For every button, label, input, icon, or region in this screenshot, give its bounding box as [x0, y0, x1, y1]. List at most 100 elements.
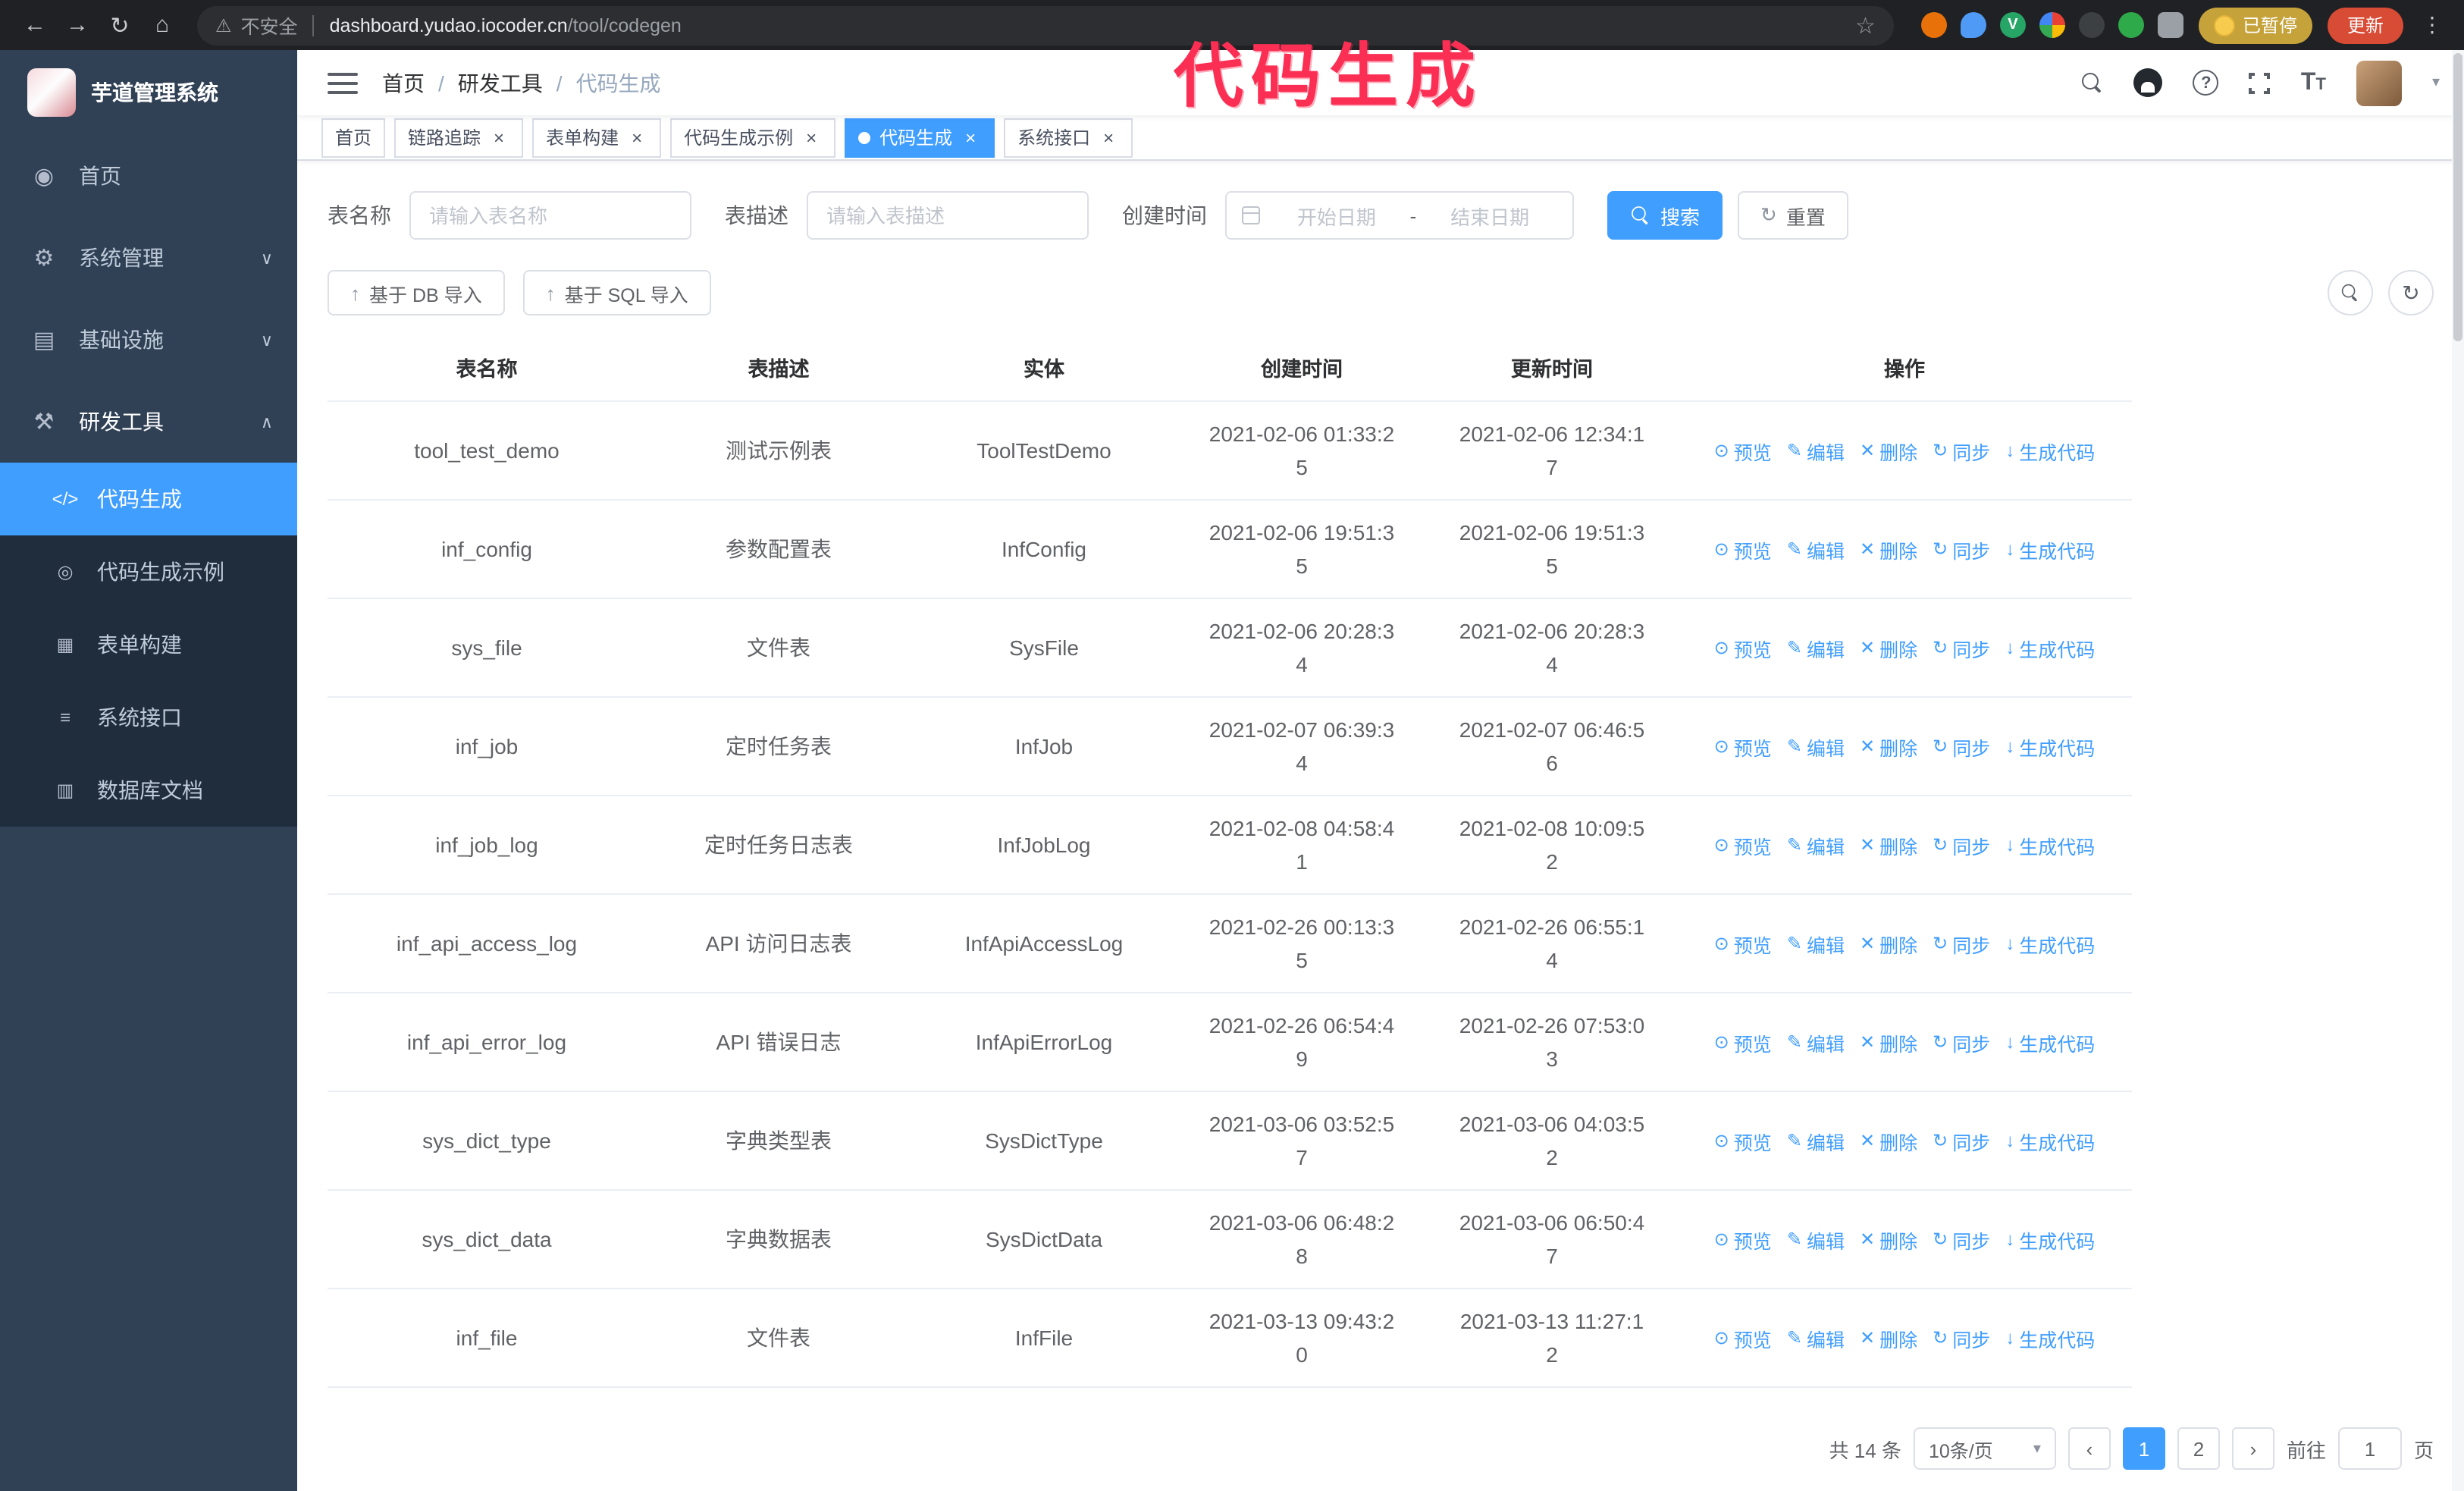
sync-link[interactable]: ↻ 同步: [1933, 1028, 1990, 1056]
sync-link[interactable]: ↻ 同步: [1933, 633, 1990, 662]
sidebar-item-system[interactable]: ⚙ 系统管理 ∨: [0, 217, 297, 299]
edit-link[interactable]: ✎ 编辑: [1787, 732, 1845, 761]
tab-form-builder[interactable]: 表单构建 ×: [532, 118, 662, 158]
font-size-icon[interactable]: TT: [2301, 70, 2326, 95]
sync-link[interactable]: ↻ 同步: [1933, 1225, 1990, 1254]
generate-code-link[interactable]: ↓ 生成代码: [2005, 1126, 2095, 1155]
import-sql-button[interactable]: ↑ 基于 SQL 导入: [522, 270, 711, 315]
preview-link[interactable]: ⊙ 预览: [1714, 830, 1772, 859]
edit-link[interactable]: ✎ 编辑: [1787, 1323, 1845, 1352]
delete-link[interactable]: ✕ 删除: [1860, 535, 1917, 563]
page-button-2[interactable]: 2: [2177, 1427, 2220, 1470]
generate-code-link[interactable]: ↓ 生成代码: [2005, 1028, 2095, 1056]
scrollbar[interactable]: [2452, 50, 2464, 1491]
reload-icon[interactable]: ↻: [100, 5, 140, 45]
bookmark-star-icon[interactable]: ☆: [1855, 11, 1876, 39]
preview-link[interactable]: ⊙ 预览: [1714, 535, 1772, 563]
sync-link[interactable]: ↻ 同步: [1933, 436, 1990, 465]
close-icon[interactable]: ×: [960, 127, 981, 148]
generate-code-link[interactable]: ↓ 生成代码: [2005, 633, 2095, 662]
refresh-table-button[interactable]: ↻: [2388, 270, 2434, 315]
close-icon[interactable]: ×: [801, 127, 822, 148]
edit-link[interactable]: ✎ 编辑: [1787, 1126, 1845, 1155]
sync-link[interactable]: ↻ 同步: [1933, 535, 1990, 563]
edit-link[interactable]: ✎ 编辑: [1787, 1225, 1845, 1254]
search-button[interactable]: 搜索: [1607, 191, 1723, 240]
tab-codegen[interactable]: 代码生成 ×: [845, 118, 995, 158]
delete-link[interactable]: ✕ 删除: [1860, 1126, 1917, 1155]
generate-code-link[interactable]: ↓ 生成代码: [2005, 929, 2095, 958]
sidebar-item-form-builder[interactable]: ▦ 表单构建: [0, 608, 297, 681]
preview-link[interactable]: ⊙ 预览: [1714, 1225, 1772, 1254]
delete-link[interactable]: ✕ 删除: [1860, 732, 1917, 761]
generate-code-link[interactable]: ↓ 生成代码: [2005, 436, 2095, 465]
goto-page-input[interactable]: [2337, 1427, 2402, 1470]
delete-link[interactable]: ✕ 删除: [1860, 1225, 1917, 1254]
page-size-select[interactable]: 10条/页 ▾: [1913, 1427, 2056, 1470]
sidebar-item-dev-tools[interactable]: ⚒ 研发工具 ∧: [0, 381, 297, 463]
help-icon[interactable]: ?: [2193, 70, 2219, 96]
scrollbar-thumb[interactable]: [2453, 53, 2462, 341]
preview-link[interactable]: ⊙ 预览: [1714, 1323, 1772, 1352]
preview-link[interactable]: ⊙ 预览: [1714, 436, 1772, 465]
delete-link[interactable]: ✕ 删除: [1860, 929, 1917, 958]
sidebar-item-codegen-example[interactable]: ◎ 代码生成示例: [0, 535, 297, 608]
edit-link[interactable]: ✎ 编辑: [1787, 1028, 1845, 1056]
sidebar-item-infra[interactable]: ▤ 基础设施 ∨: [0, 299, 297, 381]
import-db-button[interactable]: ↑ 基于 DB 导入: [328, 270, 505, 315]
generate-code-link[interactable]: ↓ 生成代码: [2005, 732, 2095, 761]
fullscreen-icon[interactable]: [2247, 71, 2272, 96]
page-button-1[interactable]: 1: [2122, 1427, 2165, 1470]
tab-codegen-example[interactable]: 代码生成示例 ×: [670, 118, 836, 158]
sync-link[interactable]: ↻ 同步: [1933, 830, 1990, 859]
delete-link[interactable]: ✕ 删除: [1860, 830, 1917, 859]
reset-button[interactable]: ↻ 重置: [1738, 191, 1848, 240]
preview-link[interactable]: ⊙ 预览: [1714, 929, 1772, 958]
breadcrumb-home[interactable]: 首页: [382, 67, 425, 98]
user-avatar[interactable]: [2356, 60, 2402, 106]
app-logo[interactable]: 芋道管理系统: [0, 50, 297, 135]
close-icon[interactable]: ×: [488, 127, 509, 148]
sync-link[interactable]: ↻ 同步: [1933, 1323, 1990, 1352]
next-page-button[interactable]: ›: [2231, 1427, 2274, 1470]
tab-home[interactable]: 首页: [321, 118, 386, 158]
sidebar-item-db-doc[interactable]: ▥ 数据库文档: [0, 754, 297, 827]
edit-link[interactable]: ✎ 编辑: [1787, 535, 1845, 563]
extension-leaf-icon[interactable]: [2118, 12, 2144, 38]
sync-link[interactable]: ↻ 同步: [1933, 929, 1990, 958]
search-icon[interactable]: [2082, 72, 2104, 93]
table-desc-input[interactable]: [807, 191, 1089, 240]
security-label[interactable]: 不安全: [241, 11, 298, 39]
edit-link[interactable]: ✎ 编辑: [1787, 436, 1845, 465]
update-button[interactable]: 更新: [2327, 7, 2403, 43]
close-icon[interactable]: ×: [626, 127, 647, 148]
table-name-input[interactable]: [409, 191, 691, 240]
extension-dark-icon[interactable]: [2078, 12, 2105, 38]
paused-badge[interactable]: 已暂停: [2198, 7, 2312, 43]
address-bar[interactable]: ⚠ 不安全 dashboard.yudao.iocoder.cn/tool/co…: [197, 5, 1894, 45]
sidebar-toggle-button[interactable]: [328, 72, 358, 94]
preview-link[interactable]: ⊙ 预览: [1714, 1028, 1772, 1056]
sidebar-item-system-api[interactable]: ≡ 系统接口: [0, 681, 297, 754]
sync-link[interactable]: ↻ 同步: [1933, 1126, 1990, 1155]
sidebar-item-home[interactable]: ◉ 首页: [0, 135, 297, 217]
prev-page-button[interactable]: ‹: [2067, 1427, 2111, 1470]
preview-link[interactable]: ⊙ 预览: [1714, 732, 1772, 761]
delete-link[interactable]: ✕ 删除: [1860, 633, 1917, 662]
edit-link[interactable]: ✎ 编辑: [1787, 929, 1845, 958]
home-icon[interactable]: ⌂: [143, 5, 182, 45]
back-icon[interactable]: ←: [15, 5, 55, 45]
toggle-search-button[interactable]: [2328, 270, 2373, 315]
date-range-picker[interactable]: 开始日期 - 结束日期: [1225, 191, 1574, 240]
extension-drop-icon[interactable]: [1960, 12, 1986, 38]
extension-v-icon[interactable]: V: [1999, 12, 2026, 38]
delete-link[interactable]: ✕ 删除: [1860, 1323, 1917, 1352]
delete-link[interactable]: ✕ 删除: [1860, 436, 1917, 465]
kebab-menu-icon[interactable]: ⋮: [2415, 12, 2449, 38]
github-icon[interactable]: [2133, 68, 2163, 98]
generate-code-link[interactable]: ↓ 生成代码: [2005, 830, 2095, 859]
close-icon[interactable]: ×: [1098, 127, 1119, 148]
delete-link[interactable]: ✕ 删除: [1860, 1028, 1917, 1056]
preview-link[interactable]: ⊙ 预览: [1714, 1126, 1772, 1155]
extension-color-wheel-icon[interactable]: [2039, 12, 2065, 38]
